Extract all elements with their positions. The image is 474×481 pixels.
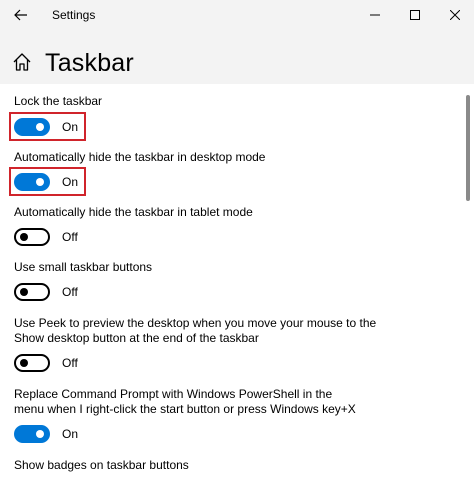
home-icon[interactable] — [12, 52, 32, 72]
toggle-state-label: Off — [62, 285, 78, 299]
page-title: Taskbar — [45, 49, 134, 77]
autohide-desktop-toggle[interactable] — [14, 173, 50, 191]
window-title: Settings — [52, 8, 96, 22]
toggle-row-powershell: On — [14, 424, 78, 444]
toggle-state-label: On — [62, 175, 79, 189]
close-icon — [450, 10, 460, 20]
setting-label-autohide-tablet: Automatically hide the taskbar in tablet… — [14, 205, 253, 219]
minimize-icon — [370, 14, 380, 16]
toggle-state-label: Off — [62, 230, 78, 244]
toggle-row-lock-taskbar: On — [14, 117, 78, 137]
setting-label-peek: Use Peek to preview the desktop when you… — [14, 316, 377, 345]
toggle-row-autohide-desktop: On — [14, 172, 78, 192]
toggle-knob — [20, 359, 28, 367]
toggle-knob — [36, 123, 44, 131]
small-buttons-toggle[interactable] — [14, 283, 50, 301]
setting-label-lock-taskbar: Lock the taskbar — [14, 94, 103, 108]
page-header: Taskbar — [0, 32, 474, 84]
lock-taskbar-toggle[interactable] — [14, 118, 50, 136]
peek-toggle[interactable] — [14, 354, 50, 372]
powershell-toggle[interactable] — [14, 425, 50, 443]
setting-label-autohide-desktop: Automatically hide the taskbar in deskto… — [14, 150, 266, 164]
toggle-knob — [20, 288, 28, 296]
toggle-knob — [20, 233, 28, 241]
title-bar: Settings — [0, 0, 474, 32]
toggle-state-label: Off — [62, 356, 78, 370]
close-button[interactable] — [432, 0, 474, 30]
settings-content: Lock the taskbar On Automatically hide t… — [0, 84, 474, 481]
toggle-knob — [36, 178, 44, 186]
setting-label-small-buttons: Use small taskbar buttons — [14, 260, 153, 274]
toggle-state-label: On — [62, 427, 79, 441]
toggle-knob — [36, 430, 44, 438]
back-arrow-icon[interactable] — [8, 4, 34, 26]
toggle-state-label: On — [62, 120, 79, 134]
setting-label-powershell: Replace Command Prompt with Windows Powe… — [14, 387, 356, 416]
maximize-icon — [410, 10, 420, 20]
toggle-row-autohide-tablet: Off — [14, 227, 78, 247]
toggle-row-small-buttons: Off — [14, 282, 78, 302]
scrollbar[interactable] — [466, 95, 470, 201]
autohide-tablet-toggle[interactable] — [14, 228, 50, 246]
toggle-row-peek: Off — [14, 353, 78, 373]
setting-label-badges: Show badges on taskbar buttons — [14, 458, 189, 472]
